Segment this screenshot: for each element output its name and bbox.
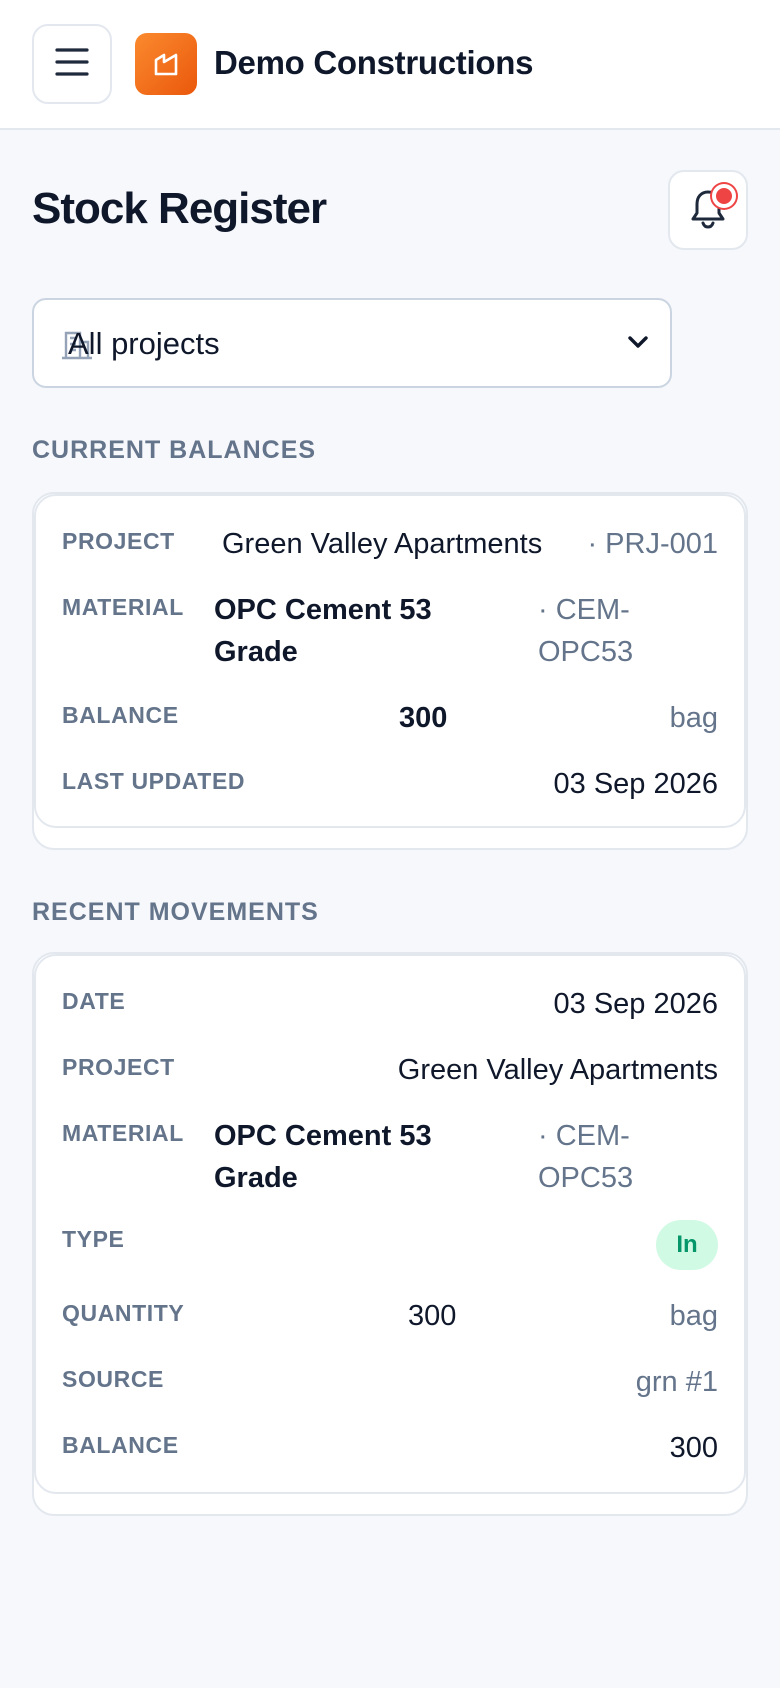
material-label: MATERIAL bbox=[62, 594, 184, 620]
type-label: TYPE bbox=[62, 1226, 125, 1252]
movement-card[interactable]: DATE 03 Sep 2026 PROJECT Green Valley Ap… bbox=[34, 954, 746, 1494]
material-name-line2: Grade bbox=[214, 1162, 298, 1194]
chevron-down-icon bbox=[626, 332, 650, 357]
quantity-value: 300 bbox=[408, 1300, 457, 1332]
source-value[interactable]: grn #1 bbox=[636, 1366, 718, 1399]
material-name-line1: OPC Cement 53 bbox=[214, 1120, 432, 1152]
date-value: 03 Sep 2026 bbox=[553, 988, 718, 1020]
current-balances-heading: CURRENT BALANCES bbox=[32, 436, 317, 464]
balance-unit: bag bbox=[669, 702, 718, 734]
page-title: Stock Register bbox=[32, 184, 327, 233]
movement-type-badge: In bbox=[656, 1220, 718, 1270]
project-label: PROJECT bbox=[62, 1054, 175, 1080]
menu-button[interactable] bbox=[32, 24, 112, 104]
balance-value: 300 bbox=[669, 1432, 718, 1464]
last-updated-label: LAST UPDATED bbox=[62, 768, 246, 794]
hamburger-menu-icon bbox=[55, 47, 89, 82]
recent-movements-heading: RECENT MOVEMENTS bbox=[32, 898, 319, 926]
project-name: Green Valley Apartments bbox=[222, 528, 543, 560]
project-filter-select[interactable]: All projects bbox=[32, 298, 672, 388]
material-code-line2: OPC53 bbox=[538, 1162, 634, 1194]
material-label: MATERIAL bbox=[62, 1120, 184, 1146]
material-code-line1: · CEM- bbox=[538, 1120, 630, 1152]
notifications-button[interactable] bbox=[668, 170, 748, 250]
balance-value: 300 bbox=[399, 702, 448, 734]
brand-name: Demo Constructions bbox=[214, 44, 534, 81]
project-name: Green Valley Apartments bbox=[397, 1054, 718, 1086]
source-label: SOURCE bbox=[62, 1366, 165, 1392]
quantity-unit: bag bbox=[669, 1300, 718, 1332]
balance-label: BALANCE bbox=[62, 1432, 179, 1458]
project-filter-value: All projects bbox=[68, 326, 220, 361]
notification-dot bbox=[712, 184, 736, 208]
project-label: PROJECT bbox=[62, 528, 175, 554]
last-updated-value: 03 Sep 2026 bbox=[553, 768, 718, 800]
balance-card[interactable]: PROJECT Green Valley Apartments · PRJ-00… bbox=[34, 494, 746, 828]
date-label: DATE bbox=[62, 988, 126, 1014]
building-logo-icon bbox=[151, 47, 181, 82]
material-name-line2: Grade bbox=[214, 636, 298, 668]
material-name-line1: OPC Cement 53 bbox=[214, 594, 432, 626]
balance-label: BALANCE bbox=[62, 702, 179, 728]
quantity-label: QUANTITY bbox=[62, 1300, 185, 1326]
material-code-line1: · CEM- bbox=[538, 594, 630, 626]
material-code-line2: OPC53 bbox=[538, 636, 634, 668]
top-bar: Demo Constructions bbox=[0, 0, 780, 130]
project-code: · PRJ-001 bbox=[587, 528, 718, 560]
brand-logo[interactable] bbox=[135, 33, 197, 95]
